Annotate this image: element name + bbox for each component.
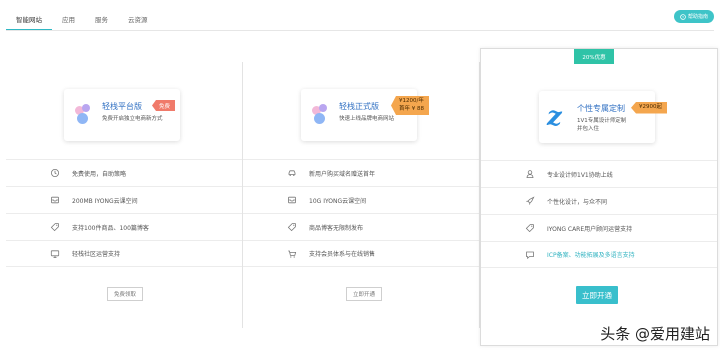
- plan-card-official: 轻栈正式版 ¥1200/年 首年 ¥ 88 快速上线品牌电商网站 新用户购买域名…: [243, 62, 480, 328]
- price-badge-line2: 首年 ¥ 88: [399, 105, 424, 112]
- feature-text: 商品博客无限制发布: [309, 224, 364, 232]
- feature-row: 商品博客无限制发布: [243, 213, 479, 240]
- z-logo-icon: z: [547, 102, 562, 132]
- help-button-label: 帮助指南: [687, 14, 708, 20]
- clock-icon: [50, 168, 60, 178]
- feature-text: 专业设计师1V1协助上线: [547, 171, 613, 179]
- tag-icon: [525, 223, 535, 233]
- plan-desc: 1V1专属设计师定制 并包入住: [577, 117, 626, 133]
- free-badge: 免费: [152, 100, 176, 111]
- tab-smart-website[interactable]: 智能网站: [6, 8, 52, 30]
- plan-desc: 快速上线品牌电商网站: [339, 116, 395, 122]
- user-icon: [525, 169, 535, 179]
- plan-logo-icon: [309, 104, 331, 126]
- feature-text: 轻栈社区运营支持: [72, 251, 121, 258]
- rocket-icon: [525, 196, 535, 206]
- price-badge-line1: ¥1200/年: [399, 98, 424, 104]
- feature-row: 轻栈社区运营支持: [6, 240, 242, 267]
- help-icon: ?: [680, 13, 686, 20]
- car-icon: [287, 168, 297, 178]
- plan-hero: z 个性专属定制 ¥2900起 1V1专属设计师定制 并包入住: [539, 91, 667, 143]
- feature-text: 免费使用，自助策略: [72, 170, 127, 178]
- plan-title: 轻栈正式版: [339, 102, 379, 111]
- plan-title: 个性专属定制: [577, 104, 625, 113]
- feature-text: IYONG CARE用户顾问运营支持: [547, 225, 633, 233]
- activate-button[interactable]: 立即开通: [346, 287, 383, 301]
- plan-logo-icon: [72, 104, 94, 126]
- plan-title: 轻栈平台版: [102, 102, 142, 111]
- cart-icon: [287, 249, 297, 259]
- price-badge: ¥1200/年 首年 ¥ 88: [391, 96, 429, 115]
- plan-card-platform: 轻栈平台版 免费 免费开启独立电商新方式 免费使用，自助策略 200MB IYO…: [6, 62, 243, 328]
- watermark: 头条 @爱用建站: [600, 325, 710, 343]
- price-badge: ¥2900起: [631, 102, 667, 114]
- feature-text: 支持会员体系与在线销售: [309, 251, 376, 258]
- tab-apps[interactable]: 应用: [52, 8, 85, 30]
- feature-row: 支持100件商品、100篇博客: [6, 213, 242, 240]
- feature-row: 个性化设计，与众不同: [481, 187, 717, 214]
- tag-icon: [287, 222, 297, 232]
- feature-row: 专业设计师1V1协助上线: [481, 160, 717, 187]
- feature-row: ICP备案、功能拓展及多语言支持: [481, 241, 717, 268]
- tabs-divider: [6, 30, 714, 31]
- plan-desc: 免费开启独立电商新方式: [102, 116, 163, 122]
- storage-icon: [287, 195, 297, 205]
- feature-row: 10G IYONG云课空间: [243, 186, 479, 213]
- discount-badge: 20%优惠: [574, 49, 614, 64]
- help-button[interactable]: ? 帮助指南: [673, 10, 714, 23]
- feature-link-text[interactable]: ICP备案、功能拓展及多语言支持: [547, 250, 635, 259]
- feature-row: 支持会员体系与在线销售: [243, 240, 479, 267]
- storage-icon: [50, 195, 60, 205]
- plan-desc-line1: 1V1专属设计师定制: [577, 118, 627, 124]
- top-tabs: 智能网站 应用 服务 云资源: [6, 8, 158, 30]
- activate-custom-button[interactable]: 立即开通: [576, 286, 618, 304]
- feature-row: 免费使用，自助策略: [6, 159, 242, 186]
- plan-card-custom: 20%优惠 z 个性专属定制 ¥2900起 1V1专属设计师定制 并包入住 专业…: [480, 48, 718, 346]
- feature-text: 个性化设计，与众不同: [547, 198, 608, 206]
- plan-hero: 轻栈平台版 免费 免费开启独立电商新方式: [64, 89, 180, 141]
- feature-text: 200MB IYONG云课空间: [72, 197, 138, 205]
- free-claim-button[interactable]: 免费领取: [107, 287, 144, 301]
- tab-cloud-resources[interactable]: 云资源: [118, 8, 158, 30]
- plan-hero: 轻栈正式版 ¥1200/年 首年 ¥ 88 快速上线品牌电商网站: [301, 89, 429, 141]
- feature-row: 新用户购买域名赠送首年: [243, 159, 479, 186]
- feature-text: 10G IYONG云课空间: [309, 197, 367, 205]
- feature-text: 支持100件商品、100篇博客: [72, 224, 149, 232]
- monitor-icon: [50, 249, 60, 259]
- feature-text: 新用户购买域名赠送首年: [309, 170, 376, 178]
- tag-icon: [50, 222, 60, 232]
- tab-services[interactable]: 服务: [85, 8, 118, 30]
- chat-icon: [525, 250, 535, 260]
- plan-desc-line2: 并包入住: [577, 126, 600, 132]
- feature-row: IYONG CARE用户顾问运营支持: [481, 214, 717, 241]
- feature-row: 200MB IYONG云课空间: [6, 186, 242, 213]
